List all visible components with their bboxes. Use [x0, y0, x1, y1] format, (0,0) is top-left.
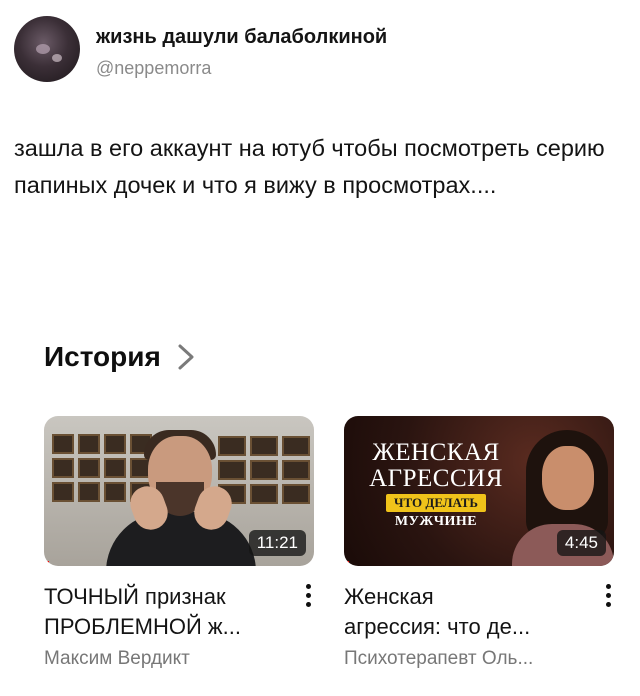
video-title[interactable]: Женская агрессия: что де... — [344, 582, 584, 642]
thumbnail-title-text: ЖЕНСКАЯ АГРЕССИЯ ЧТО ДЕЛАТЬ МУЖЧИНЕ — [356, 440, 516, 530]
thumbnail-picture-frames — [218, 436, 310, 504]
thumbnail-text-line: МУЖЧИНЕ — [394, 514, 478, 529]
video-duration: 4:45 — [556, 530, 606, 556]
user-handle[interactable]: @neppemorra — [96, 58, 211, 79]
thumbnail-person — [106, 512, 256, 566]
channel-name[interactable]: Психотерапевт Оль... — [344, 648, 614, 670]
tweet-text: зашла в его аккаунт на ютуб чтобы посмот… — [14, 135, 605, 198]
thumbnail-person — [542, 446, 594, 510]
video-title[interactable]: ТОЧНЫЙ признак ПРОБЛЕМНОЙ ж... — [44, 582, 284, 642]
video-duration: 11:21 — [248, 530, 306, 556]
more-options-icon[interactable] — [304, 584, 312, 616]
display-name[interactable]: жизнь дашули балаболкиной — [96, 26, 387, 49]
avatar-detail — [52, 54, 62, 62]
watch-progress-bar — [44, 561, 314, 566]
thumbnail-text-line: ЖЕНСКАЯ — [372, 439, 500, 466]
watch-progress-fill — [44, 561, 50, 566]
avatar-detail — [36, 44, 50, 54]
video-thumbnail[interactable]: 11:21 — [44, 416, 314, 566]
watch-progress-fill — [344, 561, 350, 566]
history-title: История — [44, 341, 161, 372]
thumbnail-text-line: АГРЕССИЯ — [369, 465, 503, 492]
video-thumbnail[interactable]: ЖЕНСКАЯ АГРЕССИЯ ЧТО ДЕЛАТЬ МУЖЧИНЕ 4:45 — [344, 416, 614, 566]
history-header[interactable]: История — [44, 341, 199, 373]
video-card[interactable]: 11:21 ТОЧНЫЙ признак ПРОБЛЕМНОЙ ж... Мак… — [44, 416, 314, 670]
channel-name[interactable]: Максим Вердикт — [44, 648, 314, 670]
watch-progress-bar — [344, 561, 614, 566]
thumbnail-text-badge: ЧТО ДЕЛАТЬ — [385, 494, 487, 512]
avatar[interactable] — [14, 16, 80, 82]
more-options-icon[interactable] — [604, 584, 612, 616]
chevron-right-icon — [178, 344, 194, 370]
video-card[interactable]: ЖЕНСКАЯ АГРЕССИЯ ЧТО ДЕЛАТЬ МУЖЧИНЕ 4:45… — [344, 416, 614, 670]
